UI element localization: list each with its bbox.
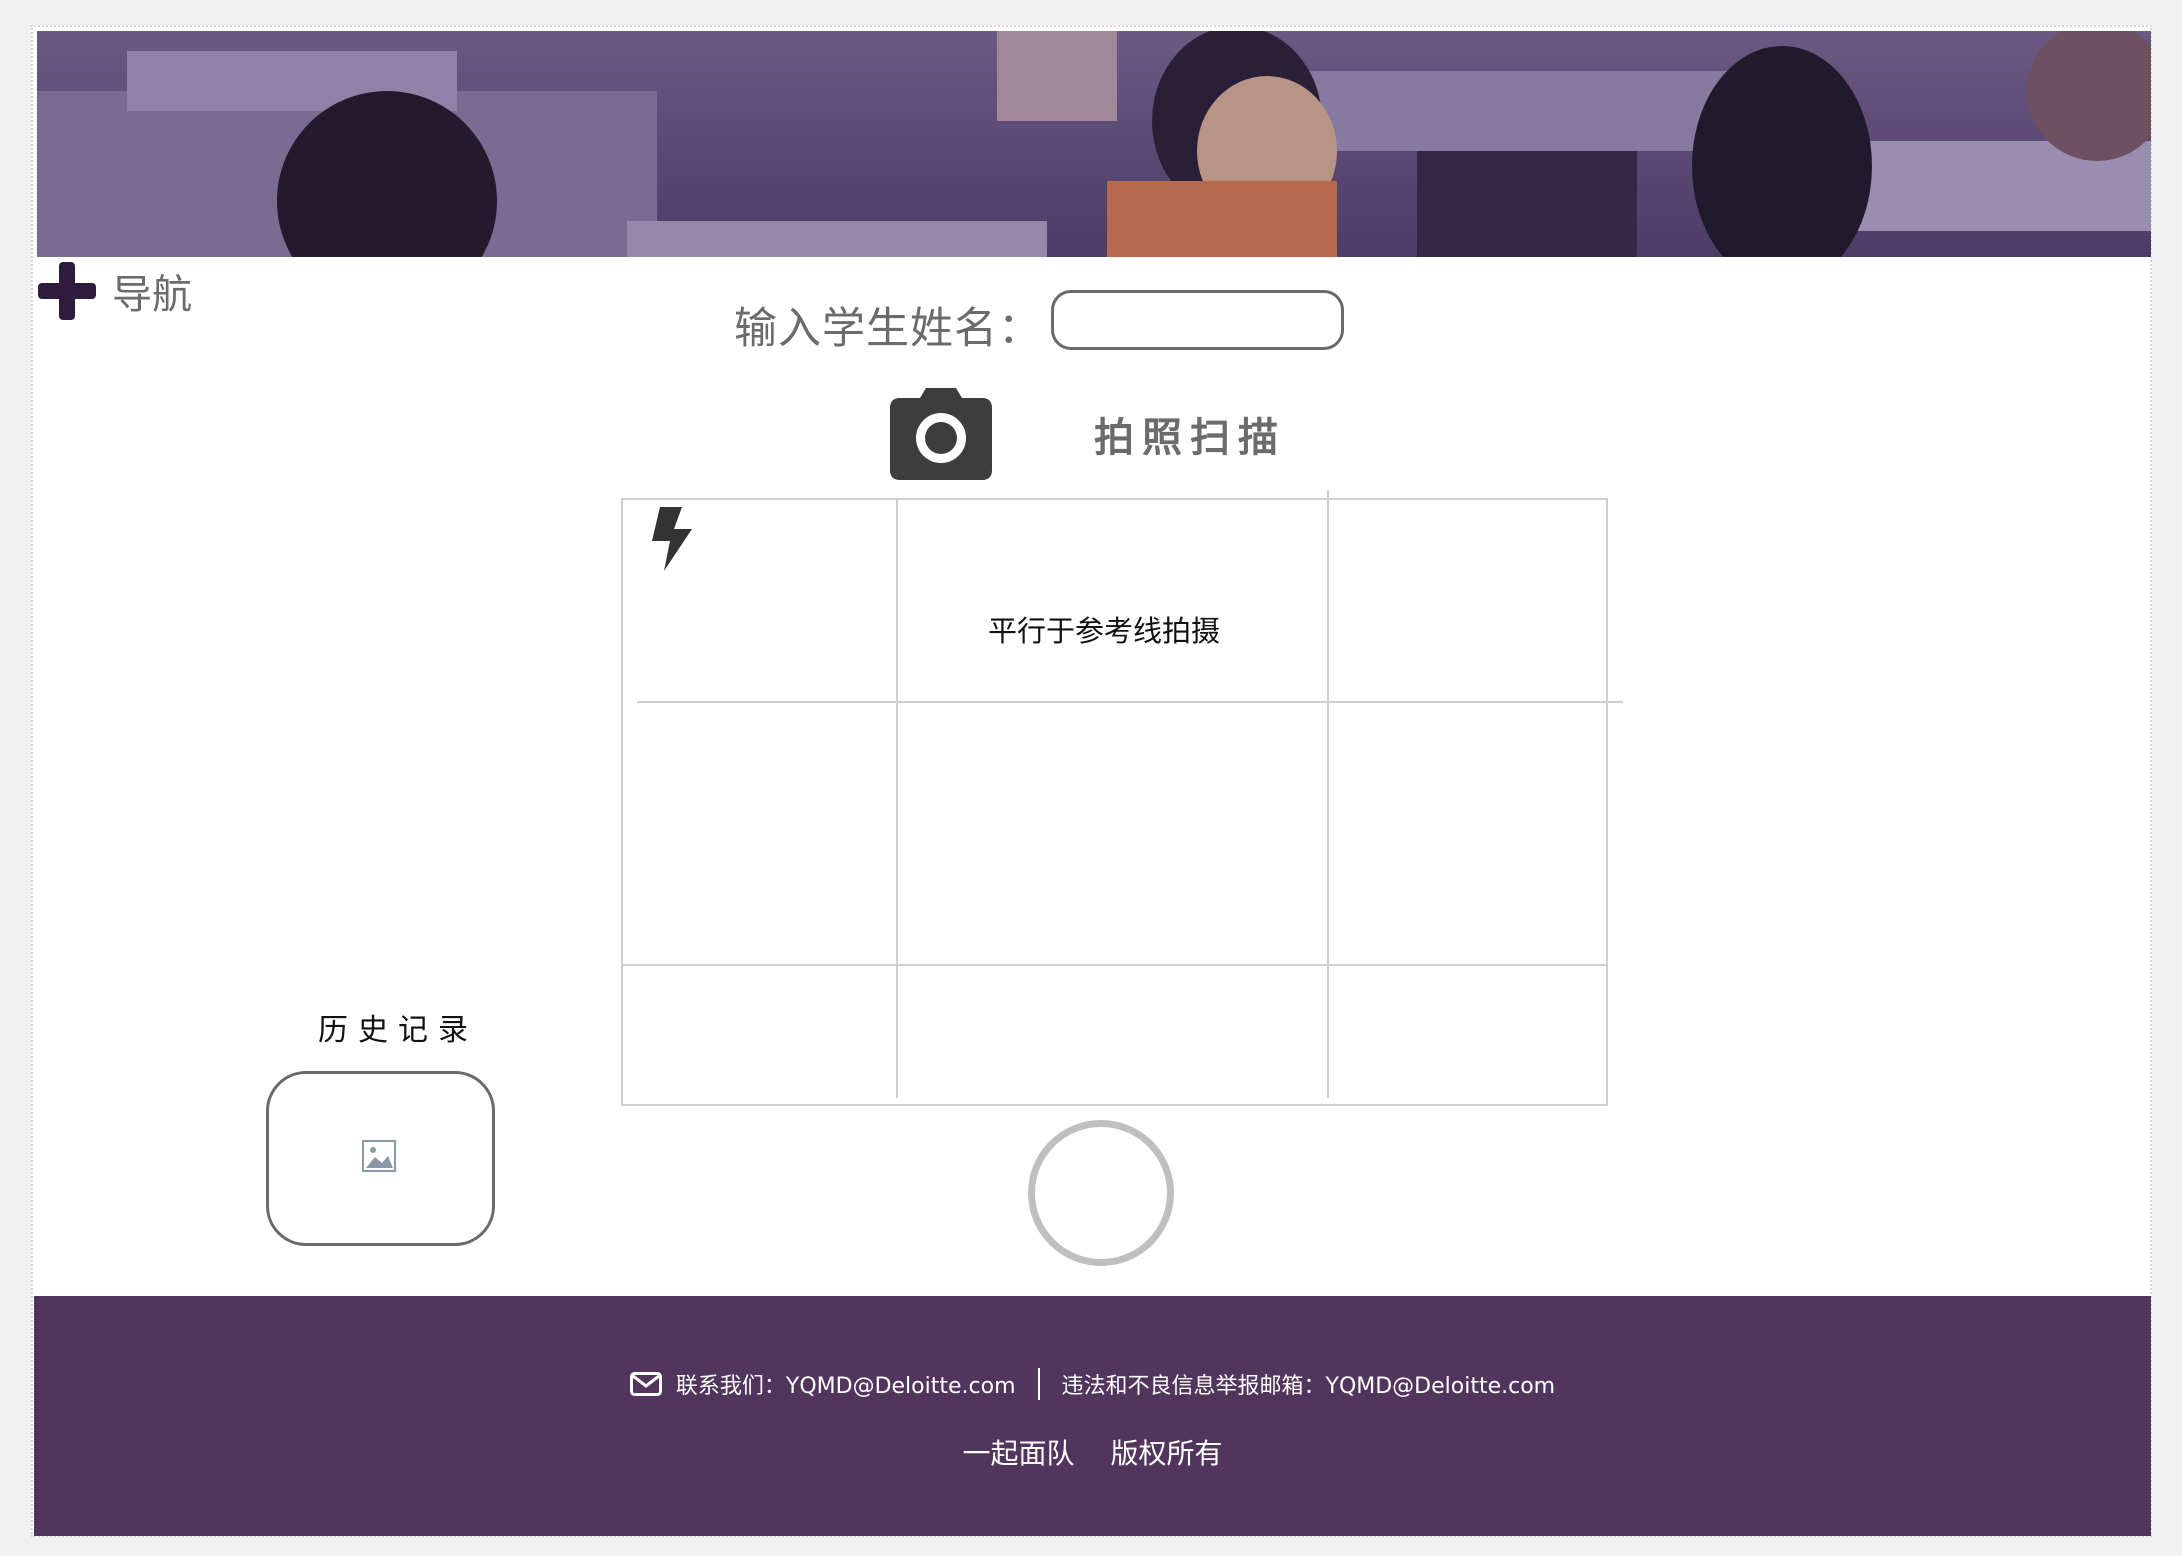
report-email[interactable]: 违法和不良信息举报邮箱：YQMD@Deloitte.com (1062, 1368, 1556, 1400)
banner-image (37, 31, 2151, 257)
image-icon (362, 1140, 396, 1172)
plus-icon (38, 262, 96, 320)
footer: 联系我们：YQMD@Deloitte.com 违法和不良信息举报邮箱：YQMD@… (34, 1296, 2151, 1536)
contact-row: 联系我们：YQMD@Deloitte.com 违法和不良信息举报邮箱：YQMD@… (34, 1368, 2151, 1400)
history-label: 历史记录 (318, 1013, 478, 1048)
camera-icon[interactable] (890, 388, 992, 480)
camera-viewfinder[interactable] (621, 498, 1608, 1106)
flash-icon[interactable] (652, 507, 694, 571)
guide-line-v1 (896, 498, 898, 1098)
guide-hint: 平行于参考线拍摄 (988, 614, 1221, 648)
guide-line-h2 (621, 964, 1608, 966)
nav-toggle[interactable]: 导航 (38, 261, 192, 321)
scan-title: 拍照扫描 (1094, 415, 1286, 461)
student-name-input[interactable] (1051, 290, 1344, 350)
guide-line-v2 (1327, 490, 1329, 1098)
shutter-button[interactable] (1028, 1120, 1174, 1266)
mail-icon (629, 1372, 662, 1396)
student-name-label: 输入学生姓名： (734, 304, 1042, 354)
copyright-row: 一起面队 版权所有 (34, 1432, 2151, 1472)
nav-label: 导航 (112, 272, 192, 318)
guide-line-h1 (637, 701, 1623, 703)
contact-email[interactable]: 联系我们：YQMD@Deloitte.com (676, 1368, 1038, 1400)
copyright-text: 版权所有 (1110, 1437, 1223, 1470)
footer-divider (1037, 1368, 1040, 1400)
team-name: 一起面队 (962, 1437, 1075, 1470)
